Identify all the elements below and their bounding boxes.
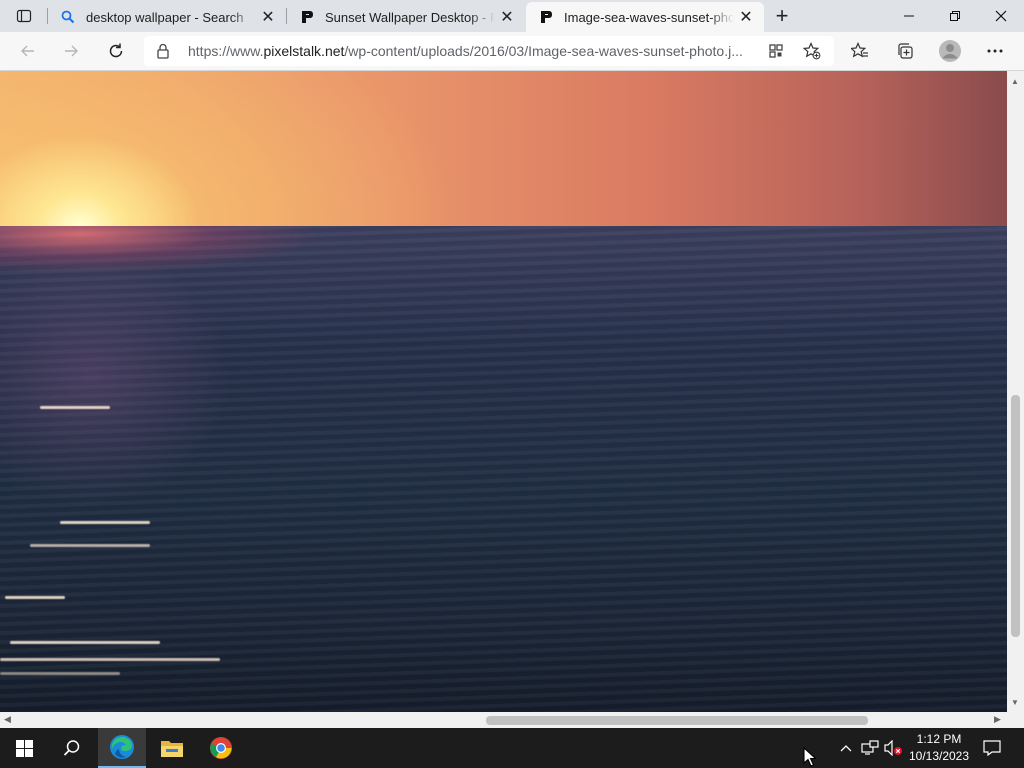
tab-actions-icon xyxy=(16,9,31,23)
minimize-button[interactable] xyxy=(886,0,932,32)
tab-title: desktop wallpaper - Search xyxy=(86,9,244,25)
close-tab-icon[interactable]: ✕ xyxy=(256,5,280,29)
taskbar-file-explorer-button[interactable] xyxy=(148,728,196,768)
favorites-button[interactable] xyxy=(845,37,875,65)
notifications-icon[interactable] xyxy=(982,738,1002,758)
scrollbar-corner xyxy=(1007,712,1024,728)
address-bar[interactable]: https://www.pixelstalk.net/wp-content/up… xyxy=(144,36,834,66)
close-window-button[interactable] xyxy=(978,0,1024,32)
vertical-scroll-thumb[interactable] xyxy=(1011,395,1020,637)
edge-icon xyxy=(110,735,134,759)
restore-icon xyxy=(950,11,960,21)
back-arrow-icon xyxy=(21,45,34,57)
new-tab-button[interactable]: + xyxy=(768,3,796,29)
restore-button[interactable] xyxy=(932,0,978,32)
scroll-left-icon[interactable]: ◀ xyxy=(4,714,11,725)
show-hidden-icons-chevron-icon[interactable] xyxy=(836,738,856,758)
file-explorer-icon xyxy=(161,741,183,757)
mouse-cursor-icon xyxy=(803,747,817,767)
scroll-right-icon[interactable]: ▶ xyxy=(994,714,1001,725)
close-tab-icon[interactable]: ✕ xyxy=(495,5,519,29)
forward-arrow-icon xyxy=(65,45,78,57)
start-icon xyxy=(15,739,33,757)
minimize-icon xyxy=(904,15,914,17)
tab-bar: desktop wallpaper - Search ✕ Sunset Wall… xyxy=(0,0,1024,32)
url-domain: pixelstalk.net xyxy=(263,43,345,59)
horizontal-scroll-thumb[interactable] xyxy=(486,716,868,725)
taskbar-edge-button[interactable] xyxy=(98,728,146,768)
taskbar-search-button[interactable] xyxy=(48,728,96,768)
back-button[interactable] xyxy=(13,37,43,65)
image-viewport[interactable] xyxy=(0,71,1007,712)
taskbar: 1:12 PM 10/13/2023 xyxy=(0,728,1024,768)
search-icon xyxy=(63,740,80,756)
start-button[interactable] xyxy=(0,728,48,768)
scroll-down-icon[interactable]: ▼ xyxy=(1011,698,1019,707)
clock-time: 1:12 PM xyxy=(916,732,962,746)
taskbar-chrome-button[interactable] xyxy=(197,728,245,768)
clock-date: 10/13/2023 xyxy=(908,749,970,763)
profile-button[interactable] xyxy=(935,37,965,65)
app-available-icon[interactable] xyxy=(766,41,786,61)
tab-search[interactable]: desktop wallpaper - Search ✕ xyxy=(48,2,286,32)
avatar-icon xyxy=(939,40,961,62)
favorites-icon xyxy=(851,42,868,58)
tab-sunset-wallpaper[interactable]: Sunset Wallpaper Desktop - Pixe ✕ xyxy=(287,2,525,32)
network-icon[interactable] xyxy=(860,738,880,758)
collections-button[interactable] xyxy=(890,37,920,65)
url-prefix: https://www. xyxy=(188,43,264,59)
tab-image-sea-waves[interactable]: Image-sea-waves-sunset-photo.j ✕ xyxy=(526,2,764,32)
collections-icon xyxy=(898,43,913,59)
sun-glint xyxy=(40,406,110,409)
sun-glint xyxy=(0,672,120,675)
horizontal-scrollbar[interactable]: ◀ ▶ xyxy=(0,712,1007,728)
sun-glint xyxy=(10,641,160,644)
more-icon xyxy=(987,49,1003,53)
volume-muted-icon[interactable] xyxy=(884,738,904,758)
sun-glint xyxy=(30,544,150,547)
pixelstalk-icon xyxy=(538,9,554,25)
settings-more-button[interactable] xyxy=(980,37,1010,65)
add-favorite-icon[interactable] xyxy=(802,41,822,61)
chrome-icon xyxy=(210,737,232,759)
close-icon xyxy=(995,10,1007,22)
refresh-icon xyxy=(109,43,123,58)
close-tab-icon[interactable]: ✕ xyxy=(734,5,758,29)
sun-glint xyxy=(60,521,150,524)
refresh-button[interactable] xyxy=(101,37,131,65)
system-clock[interactable]: 1:12 PM 10/13/2023 xyxy=(904,731,974,765)
lock-icon[interactable] xyxy=(156,43,170,64)
url-text[interactable]: https://www.pixelstalk.net/wp-content/up… xyxy=(188,43,753,59)
pixelstalk-icon xyxy=(299,9,315,25)
search-icon xyxy=(60,9,76,25)
browser-toolbar: https://www.pixelstalk.net/wp-content/up… xyxy=(0,32,1024,71)
sun-glint xyxy=(0,658,220,661)
url-path: /wp-content/uploads/2016/03/Image-sea-wa… xyxy=(344,43,743,59)
tab-title: Image-sea-waves-sunset-photo.j xyxy=(564,9,734,25)
tab-actions-button[interactable] xyxy=(0,0,47,32)
sun-glint xyxy=(5,596,65,599)
scroll-up-icon[interactable]: ▲ xyxy=(1011,77,1019,86)
sea-waves-image xyxy=(0,226,1007,712)
tab-title: Sunset Wallpaper Desktop - Pixe xyxy=(325,9,495,25)
vertical-scrollbar[interactable]: ▲ ▼ xyxy=(1007,71,1024,712)
sunset-sky-image xyxy=(0,71,1007,226)
forward-button[interactable] xyxy=(56,37,86,65)
